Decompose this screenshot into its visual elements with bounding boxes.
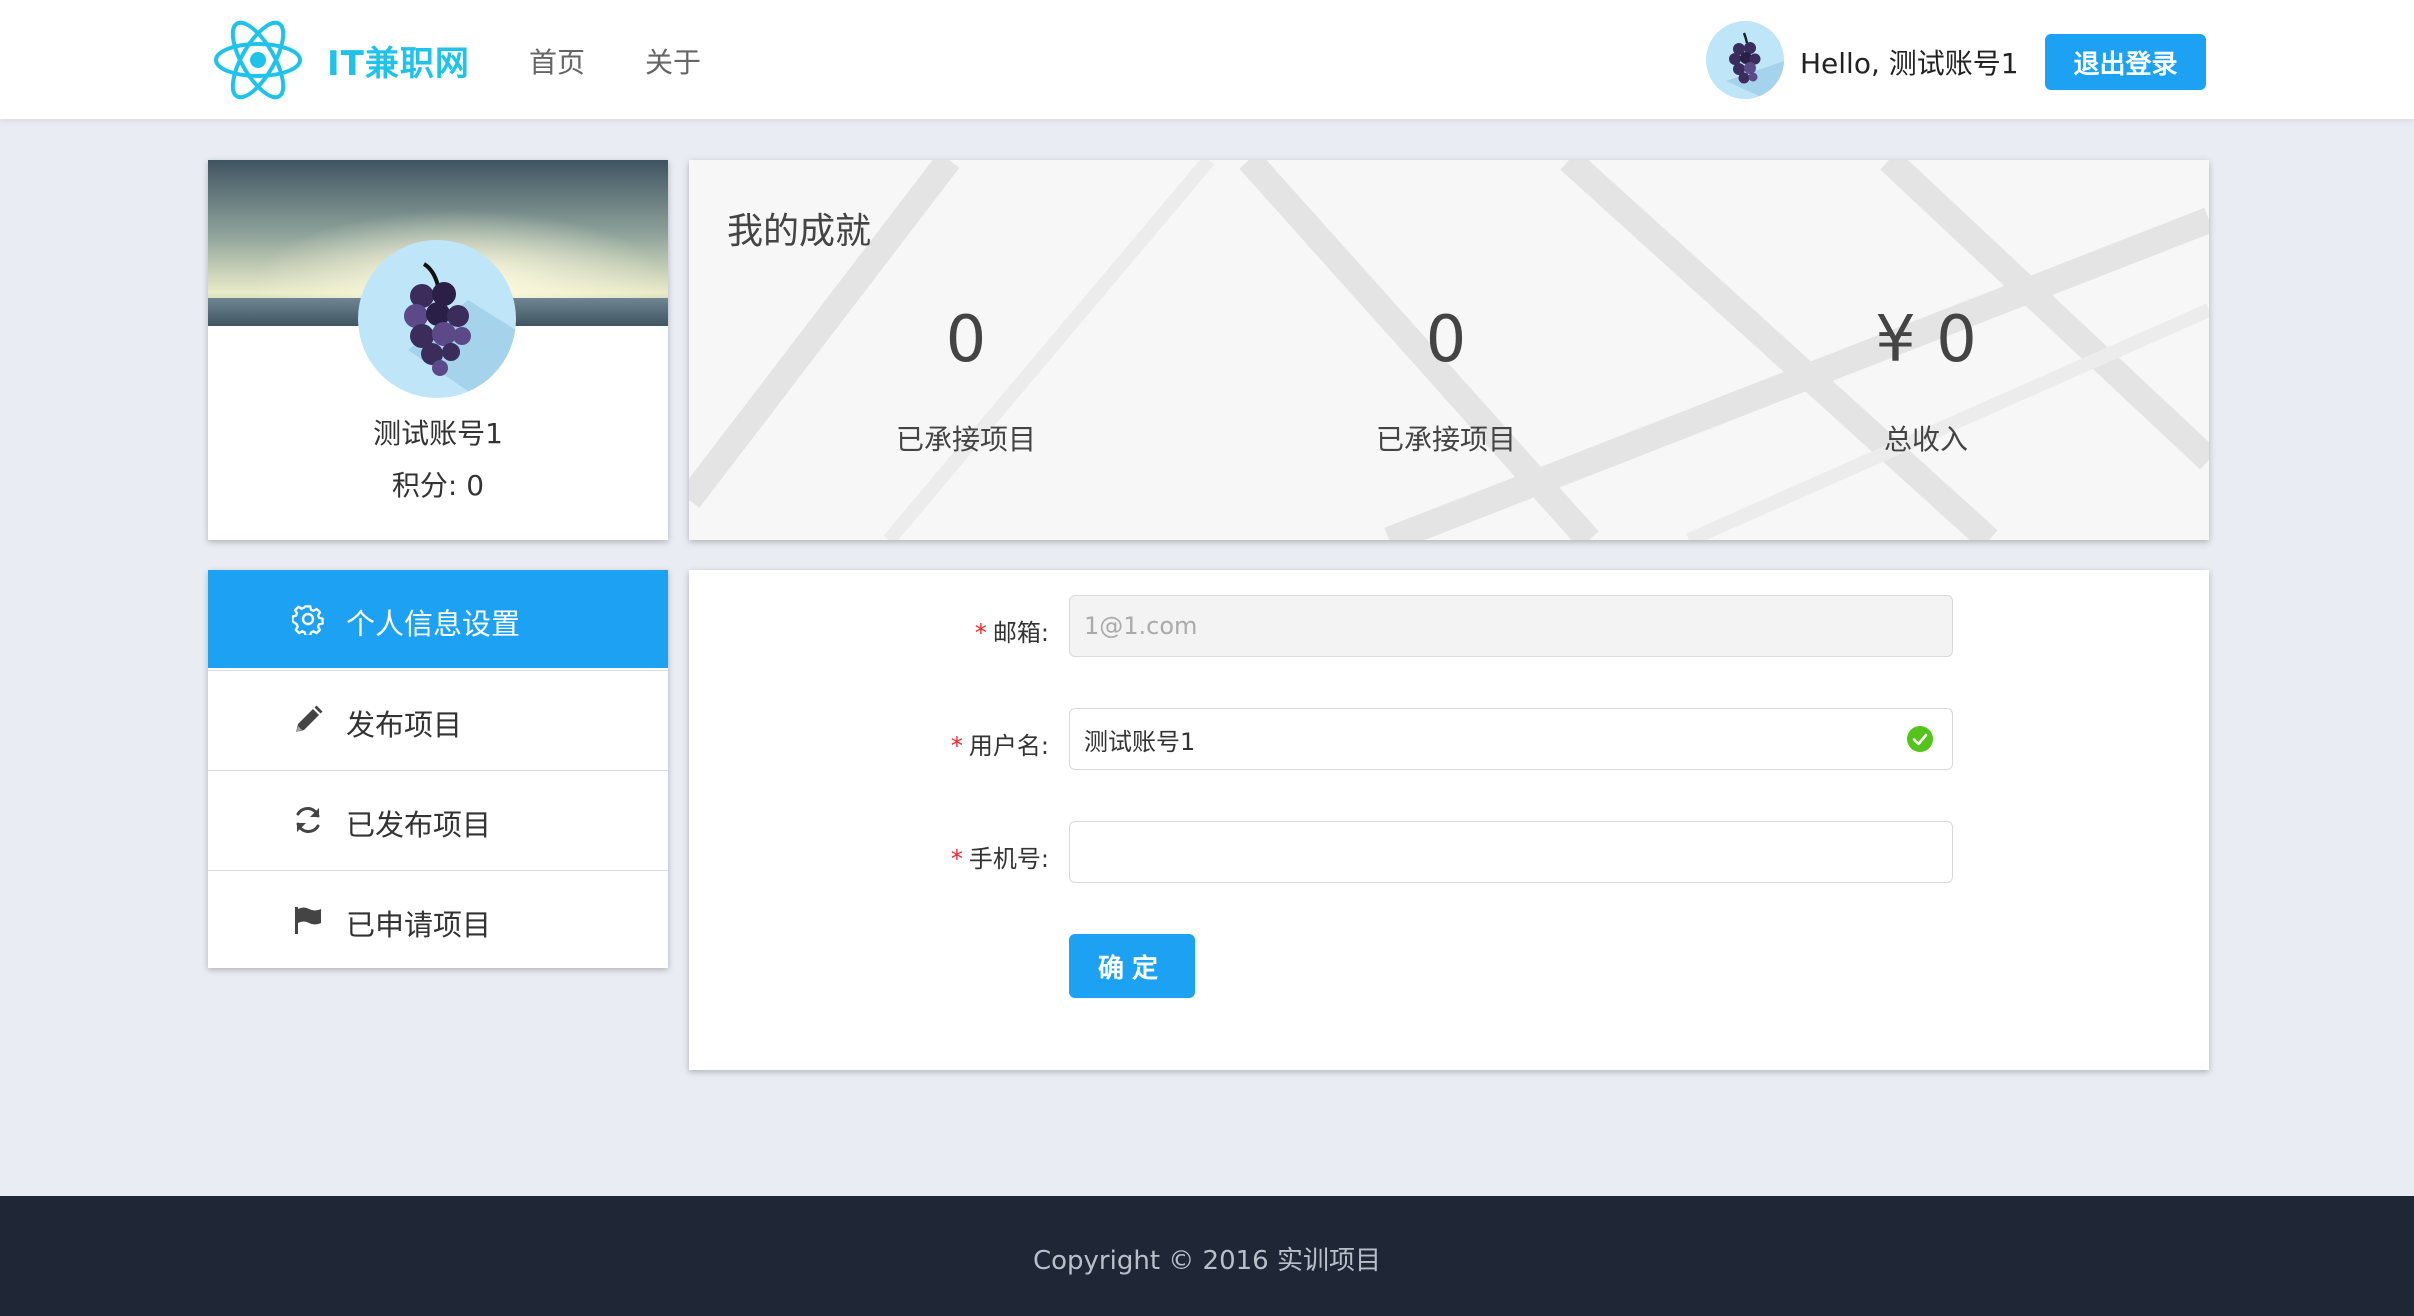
brand-name[interactable]: IT兼职网 [327, 36, 470, 85]
flag-icon [295, 907, 321, 934]
username-row: * 用户名: [689, 708, 2209, 772]
gear-icon [292, 605, 324, 635]
grape-icon [1726, 32, 1784, 99]
profile-settings-form: *邮箱: *用户名: *手机号: 确定 [689, 570, 2209, 1070]
username-label-text: 用户名: [968, 732, 1049, 760]
menu-item-applied-projects[interactable]: 已申请项目 [208, 870, 668, 969]
stat-projects-taken: 0 已承接项目 [786, 300, 1146, 458]
email-field[interactable] [1069, 595, 1953, 657]
score-label: 积分: [391, 469, 467, 502]
menu-item-published-projects[interactable]: 已发布项目 [208, 770, 668, 869]
phone-field[interactable] [1069, 821, 1953, 883]
stat-label: 已承接项目 [1375, 423, 1516, 456]
required-mark: * [950, 732, 963, 760]
pencil-icon [296, 705, 323, 732]
stat-projects-taken-2: 0 已承接项目 [1266, 300, 1626, 458]
check-circle-icon [1907, 726, 1933, 752]
score-value: 0 [466, 469, 485, 502]
nav-about-link[interactable]: 关于 [645, 41, 701, 81]
profile-card: 测试账号1 积分: 0 [208, 160, 668, 540]
copyright-text: Copyright © 2016 实训项目 [1032, 1246, 1381, 1276]
stat-total-income: ¥ 0 总收入 [1746, 300, 2106, 458]
menu-item-publish-project[interactable]: 发布项目 [208, 670, 668, 769]
menu-item-profile-settings[interactable]: 个人信息设置 [208, 570, 668, 668]
menu-item-label: 已申请项目 [346, 908, 492, 942]
stat-label: 总收入 [1883, 423, 1968, 456]
stat-label: 已承接项目 [895, 423, 1036, 456]
confirm-button[interactable]: 确定 [1069, 934, 1195, 998]
grape-icon [404, 262, 516, 398]
react-logo-icon[interactable] [212, 18, 304, 102]
side-menu: 个人信息设置 发布项目 已发布项目 已申请项目 [208, 570, 668, 968]
phone-label-text: 手机号: [968, 845, 1049, 873]
username-label: * 用户名: [689, 726, 1049, 761]
menu-item-label: 已发布项目 [346, 808, 492, 842]
menu-item-label: 发布项目 [346, 708, 463, 742]
stat-value: 0 [945, 303, 987, 377]
logout-button[interactable]: 退出登录 [2045, 34, 2206, 90]
phone-label: * 手机号: [689, 839, 1049, 874]
email-label: * 邮箱: [689, 613, 1049, 648]
phone-row: * 手机号: [689, 821, 2209, 885]
top-header: IT兼职网 首页 关于 Hello, 测试账号1 退出登录 [0, 0, 2414, 119]
email-row: * 邮箱: [689, 595, 2209, 659]
user-greeting: Hello, 测试账号1 [1800, 47, 2019, 80]
required-mark: * [974, 619, 987, 647]
achievements-title: 我的成就 [727, 211, 872, 252]
achievements-card: 我的成就 0 已承接项目 0 已承接项目 ¥ 0 总收入 [689, 160, 2209, 540]
email-label-text: 邮箱: [992, 619, 1049, 647]
refresh-icon [296, 807, 320, 833]
menu-item-label: 个人信息设置 [346, 607, 521, 641]
username-field[interactable] [1069, 708, 1953, 770]
profile-avatar[interactable] [358, 240, 516, 398]
stat-value: ¥ 0 [1875, 303, 1977, 377]
page-footer: Copyright © 2016 实训项目 [0, 1196, 2414, 1316]
profile-score: 积分: 0 [208, 464, 668, 504]
profile-name: 测试账号1 [373, 417, 503, 450]
nav-home-link[interactable]: 首页 [529, 41, 585, 81]
stat-value: 0 [1425, 303, 1467, 377]
header-avatar[interactable] [1706, 21, 1784, 99]
required-mark: * [950, 845, 963, 873]
